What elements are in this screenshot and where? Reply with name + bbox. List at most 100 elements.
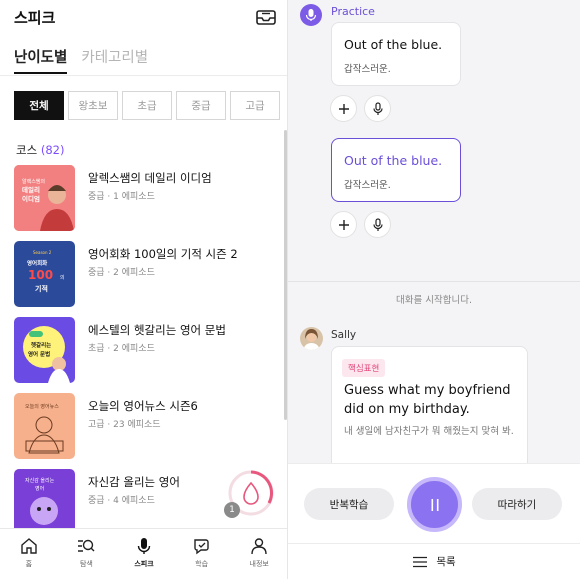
course-count: 코스 (82) <box>16 142 64 158</box>
scrollbar[interactable] <box>284 130 287 420</box>
course-item[interactable]: 오늘의 영어뉴스 오늘의 영어뉴스 시즌6 고급 · 23 에피소드 <box>14 393 276 459</box>
inbox-icon[interactable] <box>256 8 276 26</box>
tab-divider <box>0 75 287 76</box>
record-button[interactable] <box>364 211 391 238</box>
record-button[interactable] <box>364 95 391 122</box>
progress-badge: 1 <box>224 502 240 518</box>
mic-icon <box>372 101 383 115</box>
course-meta: 중급 · 4 에피소드 <box>88 496 155 506</box>
course-meta: 초급 · 2 에피소드 <box>88 344 155 354</box>
course-item[interactable]: Season 2 영어회화 100 의 기적 영어회화 100일의 기적 시즌 … <box>14 241 276 307</box>
practice-card-korean: 갑작스러운. <box>344 180 391 191</box>
svg-text:기적: 기적 <box>35 284 48 293</box>
course-count-number: (82) <box>40 143 65 157</box>
course-count-label: 코스 <box>16 143 38 157</box>
practice-label: Practice <box>331 5 375 18</box>
svg-text:자신감 올리는: 자신감 올리는 <box>25 477 55 484</box>
header: 스피크 <box>14 6 276 30</box>
svg-text:의: 의 <box>60 274 65 281</box>
level-beginner-button[interactable]: 왕초보 <box>68 91 118 120</box>
nav-study[interactable]: 학습 <box>173 529 231 579</box>
tab-bar: 난이도별 카테고리별 <box>14 46 148 76</box>
course-title: 자신감 올리는 영어 <box>88 475 180 489</box>
svg-text:이디엄: 이디엄 <box>22 194 40 203</box>
practice-card-korean: 갑작스러운. <box>344 64 391 75</box>
profile-icon <box>251 538 267 555</box>
course-title: 영어회화 100일의 기적 시즌 2 <box>88 247 238 261</box>
svg-text:데일리: 데일리 <box>22 185 40 194</box>
core-expression-tag: 핵심표현 <box>342 359 386 377</box>
course-thumbnail: 오늘의 영어뉴스 <box>14 393 75 459</box>
conversation-start-text: 대화를 시작합니다. <box>396 295 472 306</box>
nav-profile[interactable]: 내정보 <box>230 529 287 579</box>
level-intermediate-button[interactable]: 중급 <box>176 91 226 120</box>
svg-text:알렉스쌤의: 알렉스쌤의 <box>22 178 45 185</box>
tab-by-level[interactable]: 난이도별 <box>14 46 68 74</box>
practice-card-english: Out of the blue. <box>344 153 443 168</box>
mic-icon <box>372 217 383 231</box>
playback-controls: 반복학습 따라하기 <box>288 463 580 543</box>
svg-text:헷갈리는: 헷갈리는 <box>31 341 51 349</box>
course-thumbnail: 헷갈리는 영어 문법 <box>14 317 75 383</box>
plus-icon <box>338 219 349 230</box>
add-button[interactable] <box>330 211 357 238</box>
svg-text:오늘의 영어뉴스: 오늘의 영어뉴스 <box>25 403 59 410</box>
course-title: 오늘의 영어뉴스 시즌6 <box>88 399 198 413</box>
nav-speak-label: 스피크 <box>134 560 154 568</box>
svg-text:영어: 영어 <box>35 485 44 492</box>
practice-avatar <box>300 4 322 26</box>
practice-card-selected[interactable]: Out of the blue. 갑작스러운. <box>331 138 461 202</box>
repeat-button[interactable]: 반복학습 <box>304 488 394 520</box>
mic-icon <box>305 9 317 21</box>
course-item[interactable]: 헷갈리는 영어 문법 에스텔의 헷갈리는 영어 문법 초급 · 2 에피소드 <box>14 317 276 383</box>
menu-icon <box>413 556 428 567</box>
level-advanced-button[interactable]: 고급 <box>230 91 280 120</box>
plus-icon <box>338 103 349 114</box>
nav-speak[interactable]: 스피크 <box>115 529 173 579</box>
list-button[interactable]: 목록 <box>288 543 580 579</box>
avatar <box>300 327 323 350</box>
follow-button[interactable]: 따라하기 <box>472 488 562 520</box>
course-thumbnail: 알렉스쌤의 데일리 이디엄 <box>14 165 75 231</box>
page-title: 스피크 <box>14 9 56 27</box>
tab-by-category[interactable]: 카테고리별 <box>81 46 148 74</box>
course-thumbnail: Season 2 영어회화 100 의 기적 <box>14 241 75 307</box>
bottom-navigation: 홈 탐색 스피크 학습 내정보 <box>0 528 287 579</box>
add-button[interactable] <box>330 95 357 122</box>
dialogue-english: Guess what my boyfriend did on my birthd… <box>344 383 511 417</box>
dialogue-bubble[interactable]: 핵심표현 Guess what my boyfriend did on my b… <box>331 346 528 471</box>
conversation-divider <box>288 281 580 282</box>
pause-button[interactable] <box>407 477 462 532</box>
nav-profile-label: 내정보 <box>249 560 269 568</box>
practice-card-english: Out of the blue. <box>344 37 443 52</box>
home-icon <box>21 538 37 554</box>
svg-text:영어 문법: 영어 문법 <box>28 350 50 358</box>
app-root: 스피크 난이도별 카테고리별 전체 왕초보 초급 중급 고급 코스 (82) 알… <box>0 0 580 579</box>
nav-explore-label: 탐색 <box>79 560 93 568</box>
level-elementary-button[interactable]: 초급 <box>122 91 172 120</box>
course-meta: 고급 · 23 에피소드 <box>88 420 161 430</box>
svg-text:100: 100 <box>28 268 53 282</box>
mic-icon <box>137 538 151 554</box>
course-thumbnail: 자신감 올리는 영어 <box>14 469 75 535</box>
speaker-name: Sally <box>331 329 357 341</box>
svg-text:Season 2: Season 2 <box>33 250 52 255</box>
nav-home[interactable]: 홈 <box>0 529 58 579</box>
level-all-button[interactable]: 전체 <box>14 91 64 120</box>
course-list-screen: 스피크 난이도별 카테고리별 전체 왕초보 초급 중급 고급 코스 (82) 알… <box>0 0 288 579</box>
level-filter: 전체 왕초보 초급 중급 고급 <box>14 91 280 120</box>
course-title: 알렉스쌤의 데일리 이디엄 <box>88 171 212 185</box>
nav-explore[interactable]: 탐색 <box>58 529 116 579</box>
study-icon <box>193 539 209 555</box>
pause-icon <box>431 498 438 511</box>
course-item[interactable]: 알렉스쌤의 데일리 이디엄 알렉스쌤의 데일리 이디엄 중급 · 1 에피소드 <box>14 165 276 231</box>
search-icon <box>78 539 95 552</box>
speak-practice-screen: Practice Out of the blue. 갑작스러운. Out of … <box>288 0 580 579</box>
dialogue-korean: 내 생일에 남자친구가 뭐 해줬는지 맞혀 봐. <box>344 426 514 437</box>
nav-home-label: 홈 <box>25 560 33 568</box>
practice-card[interactable]: Out of the blue. 갑작스러운. <box>331 22 461 86</box>
course-meta: 중급 · 2 에피소드 <box>88 268 155 278</box>
course-title: 에스텔의 헷갈리는 영어 문법 <box>88 323 226 337</box>
list-label: 목록 <box>436 556 456 568</box>
course-meta: 중급 · 1 에피소드 <box>88 192 155 202</box>
